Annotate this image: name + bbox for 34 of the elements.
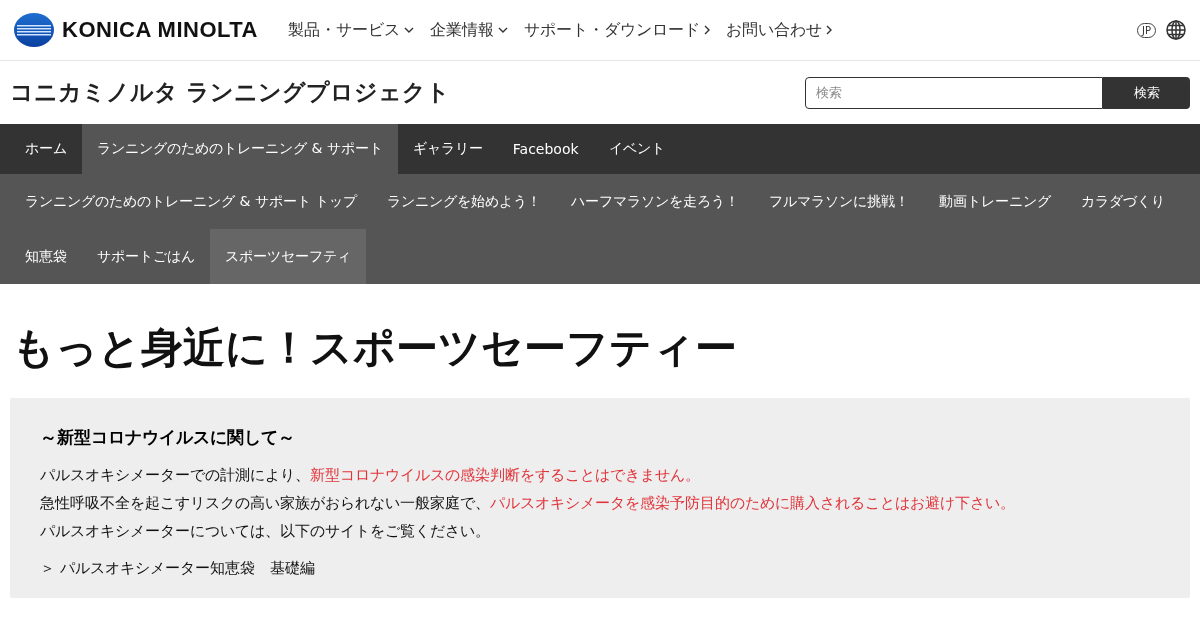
sub-nav-tab[interactable]: ハーフマラソンを走ろう！ [556, 174, 755, 229]
search-button[interactable]: 検索 [1103, 76, 1190, 109]
top-nav-link[interactable]: サポート・ダウンロード [524, 19, 710, 41]
notice-link[interactable]: ＞ パルスオキシメーター知恵袋 基礎編 [40, 559, 315, 578]
chevron-down-icon [498, 27, 508, 33]
globe-icon[interactable] [1166, 20, 1186, 40]
sub-nav-tab[interactable]: スポーツセーフティ [210, 229, 366, 284]
sub-nav-tab[interactable]: ランニングを始めよう！ [372, 174, 557, 229]
top-nav-link[interactable]: 製品・サービス [288, 19, 414, 41]
logo-icon [14, 13, 54, 47]
site-title: コニカミノルタ ランニングプロジェクト [10, 78, 450, 107]
notice-heading: ～新型コロナウイルスに関して～ [40, 426, 296, 449]
sub-nav-tab[interactable]: ランニングのためのトレーニング & サポート トップ [10, 174, 373, 229]
main-nav-tab[interactable]: Facebook [497, 124, 594, 174]
chevron-down-icon [404, 27, 414, 33]
sub-nav-tab[interactable]: カラダづくり [1066, 174, 1181, 229]
notice-text: 急性呼吸不全を起こすリスクの高い家族がおられない一般家庭で、パルスオキシメータを感染予防目的のために購入されることはお避け下さい。 [40, 493, 1016, 514]
main-nav-tab[interactable]: イベント [593, 124, 680, 174]
chevron-right-icon [826, 25, 832, 35]
top-nav-link[interactable]: お問い合わせ [726, 19, 832, 41]
chevron-right-icon [704, 25, 710, 35]
sub-nav-tab[interactable]: サポートごはん [82, 229, 210, 284]
brand-name: KONICA MINOLTA [62, 17, 258, 43]
sub-nav-tab[interactable]: 知恵袋 [10, 229, 82, 284]
notice-text: パルスオキシメーターでの計測により、新型コロナウイルスの感染判断をすることはできません。 [40, 465, 701, 486]
sub-nav-tab[interactable]: フルマラソンに挑戦！ [754, 174, 925, 229]
search-field[interactable]: 検索 [805, 76, 1103, 109]
main-nav-tab[interactable]: ホーム [10, 124, 82, 174]
top-nav-link[interactable]: 企業情報 [430, 19, 508, 41]
notice-text: パルスオキシメーターについては、以下のサイトをご覧ください。 [40, 521, 491, 542]
main-nav-tab[interactable]: ギャラリー [397, 124, 498, 174]
sub-nav-tab[interactable]: 動画トレーニング [924, 174, 1067, 229]
main-nav-tab[interactable]: ランニングのためのトレーニング & サポート [82, 124, 398, 174]
page-title: もっと身近に！スポーツセーフティー [12, 322, 738, 374]
